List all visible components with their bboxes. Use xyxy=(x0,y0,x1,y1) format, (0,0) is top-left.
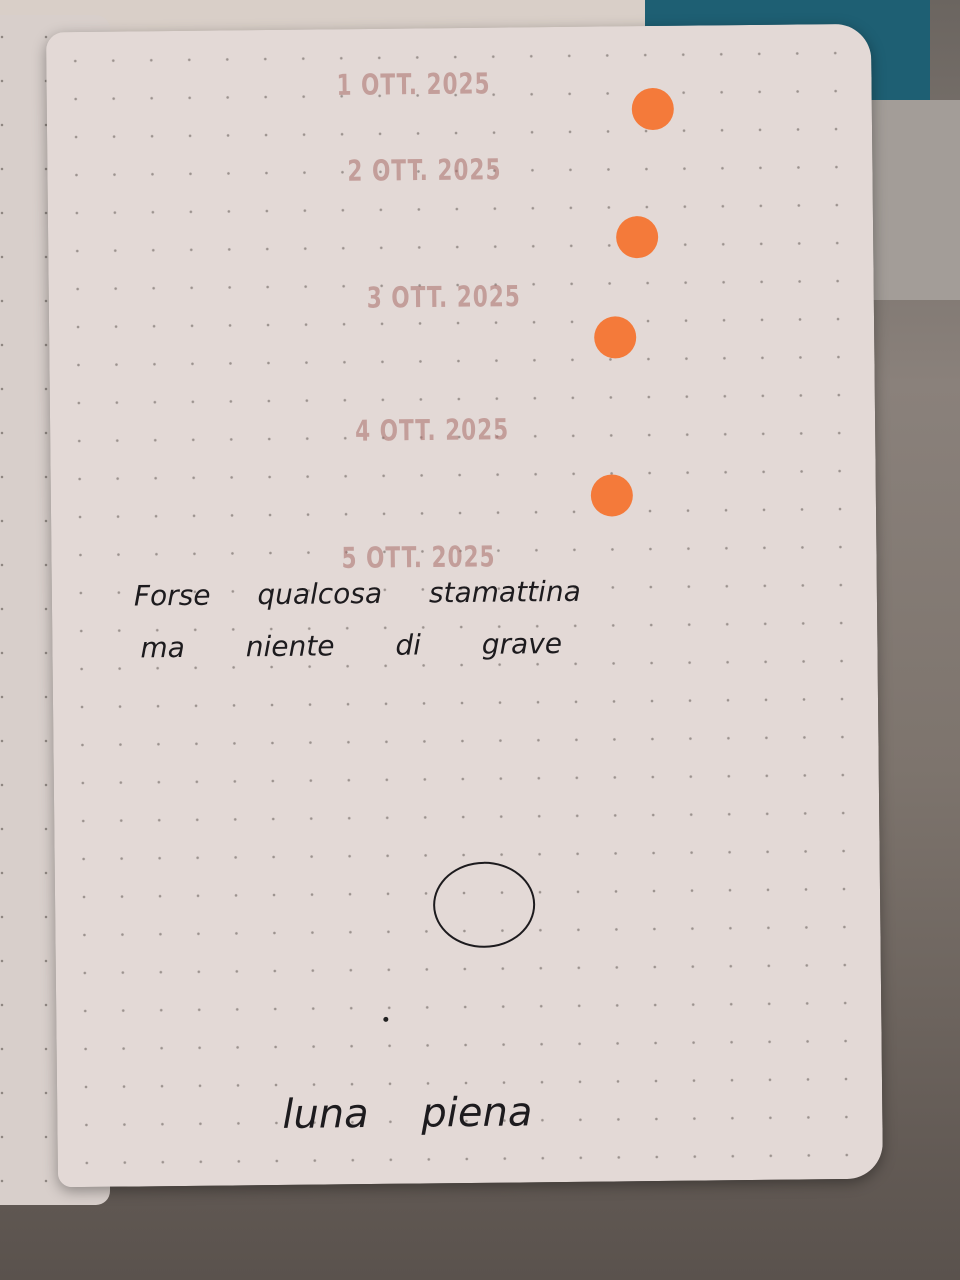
ink-dot xyxy=(383,1016,389,1022)
orange-dot-sticker xyxy=(631,87,675,131)
notebook-page: 1 OTT. 2025 2 OTT. 2025 3 OTT. 2025 4 OT… xyxy=(45,23,884,1188)
orange-dot-sticker xyxy=(615,215,659,259)
date-stamp: 5 OTT. 2025 xyxy=(341,539,496,576)
full-moon-circle xyxy=(432,861,536,949)
orange-dot-sticker xyxy=(593,316,637,359)
handwritten-note-line1: Forse qualcosa stamattina xyxy=(133,574,581,613)
date-stamp: 4 OTT. 2025 xyxy=(354,412,510,448)
handwritten-note-line2: ma niente di grave xyxy=(140,626,563,665)
orange-dot-sticker xyxy=(590,474,634,517)
moon-caption: luna piena xyxy=(282,1089,533,1138)
date-stamp: 3 OTT. 2025 xyxy=(366,279,522,315)
date-stamp: 1 OTT. 2025 xyxy=(336,66,491,103)
date-stamp: 2 OTT. 2025 xyxy=(347,152,502,189)
